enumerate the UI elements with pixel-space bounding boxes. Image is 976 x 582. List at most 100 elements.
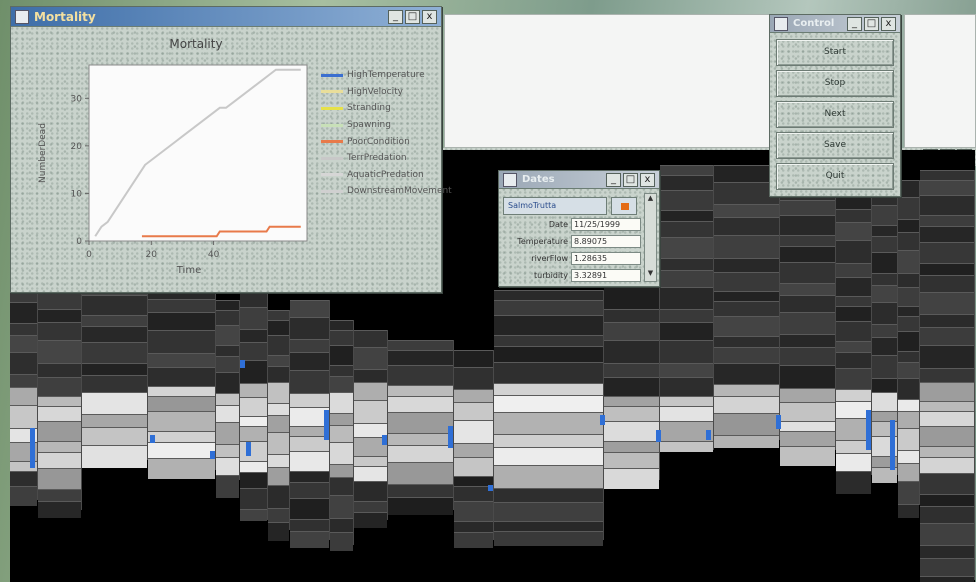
habitat-cell[interactable] <box>330 495 353 518</box>
habitat-cell[interactable] <box>354 330 387 347</box>
habitat-cell[interactable] <box>714 301 779 316</box>
habitat-cell[interactable] <box>920 314 974 327</box>
habitat-cell[interactable] <box>240 329 267 342</box>
habitat-cell[interactable] <box>10 323 37 335</box>
habitat-cell[interactable] <box>920 263 974 275</box>
habitat-cell[interactable] <box>148 312 215 330</box>
habitat-cell[interactable] <box>388 340 453 350</box>
habitat-cell[interactable] <box>216 393 239 405</box>
habitat-cell[interactable] <box>898 411 919 428</box>
habitat-cell[interactable] <box>780 347 835 365</box>
habitat-cell[interactable] <box>268 310 289 320</box>
habitat-cell[interactable] <box>354 481 387 501</box>
habitat-cell[interactable] <box>898 219 919 232</box>
habitat-cell[interactable] <box>780 262 835 283</box>
habitat-cell[interactable] <box>82 392 147 414</box>
habitat-cell[interactable] <box>388 445 453 462</box>
habitat-cell[interactable] <box>38 441 81 452</box>
habitat-cell[interactable] <box>836 321 871 341</box>
habitat-cell[interactable] <box>82 427 147 445</box>
habitat-cell[interactable] <box>604 322 659 340</box>
habitat-cell[interactable] <box>494 434 603 447</box>
habitat-cell[interactable] <box>354 501 387 512</box>
habitat-cell[interactable] <box>148 458 215 479</box>
habitat-cell[interactable] <box>354 382 387 400</box>
habitat-cell[interactable] <box>660 396 713 406</box>
habitat-cell[interactable] <box>604 406 659 421</box>
habitat-cell[interactable] <box>920 411 974 426</box>
habitat-cell[interactable] <box>10 387 37 405</box>
habitat-cell[interactable] <box>354 347 387 369</box>
habitat-cell[interactable] <box>268 485 289 508</box>
habitat-cell[interactable] <box>330 464 353 477</box>
habitat-cell[interactable] <box>898 273 919 287</box>
habitat-cell[interactable] <box>354 369 387 382</box>
stop-button[interactable]: Stop <box>776 70 894 97</box>
habitat-cell[interactable] <box>714 413 779 435</box>
habitat-cell[interactable] <box>872 273 897 285</box>
habitat-cell[interactable] <box>268 366 289 382</box>
habitat-cell[interactable] <box>872 355 897 378</box>
habitat-cell[interactable] <box>10 471 37 486</box>
habitat-cell[interactable] <box>216 310 239 325</box>
habitat-cell[interactable] <box>714 272 779 291</box>
habitat-cell[interactable] <box>872 205 897 225</box>
habitat-cell[interactable] <box>660 287 713 309</box>
habitat-cell[interactable] <box>780 388 835 402</box>
habitat-cell[interactable] <box>714 435 779 448</box>
habitat-cell[interactable] <box>240 307 267 329</box>
quit-button[interactable]: Quit <box>776 163 894 190</box>
habitat-cell[interactable] <box>354 466 387 481</box>
habitat-cell[interactable] <box>354 456 387 466</box>
habitat-cell[interactable] <box>872 392 897 411</box>
riverflow-field[interactable]: 1.28635 <box>571 252 641 265</box>
habitat-cell[interactable] <box>660 441 713 452</box>
habitat-cell[interactable] <box>780 402 835 421</box>
habitat-cell[interactable] <box>920 545 974 558</box>
habitat-cell[interactable] <box>330 376 353 392</box>
habitat-cell[interactable] <box>388 433 453 445</box>
habitat-cell[interactable] <box>836 296 871 306</box>
habitat-cell[interactable] <box>604 340 659 363</box>
scroll-up-icon[interactable]: ▲ <box>645 194 656 206</box>
habitat-cell[interactable] <box>604 396 659 406</box>
habitat-cell[interactable] <box>872 252 897 273</box>
habitat-cell[interactable] <box>780 312 835 334</box>
minimize-button[interactable]: _ <box>606 172 621 187</box>
habitat-cell[interactable] <box>354 400 387 423</box>
habitat-cell[interactable] <box>388 365 453 385</box>
next-button[interactable]: Next <box>776 101 894 128</box>
habitat-cell[interactable] <box>216 300 239 310</box>
habitat-cell[interactable] <box>898 428 919 450</box>
habitat-cell[interactable] <box>82 295 147 315</box>
habitat-cell[interactable] <box>780 215 835 235</box>
habitat-cell[interactable] <box>268 432 289 454</box>
habitat-cell[interactable] <box>148 353 215 367</box>
habitat-cell[interactable] <box>872 378 897 392</box>
habitat-cell[interactable] <box>494 412 603 434</box>
habitat-cell[interactable] <box>920 457 974 473</box>
habitat-cell[interactable] <box>714 363 779 384</box>
maximize-button[interactable]: □ <box>864 16 879 31</box>
habitat-cell[interactable] <box>148 367 215 386</box>
habitat-cell[interactable] <box>604 309 659 322</box>
habitat-cell[interactable] <box>898 316 919 331</box>
habitat-cell[interactable] <box>268 508 289 522</box>
habitat-cell[interactable] <box>330 413 353 425</box>
habitat-cell[interactable] <box>354 512 387 528</box>
habitat-cell[interactable] <box>216 356 239 372</box>
habitat-cell[interactable] <box>494 335 603 346</box>
habitat-cell[interactable] <box>148 442 215 458</box>
habitat-cell[interactable] <box>494 521 603 531</box>
habitat-cell[interactable] <box>660 175 713 190</box>
habitat-cell[interactable] <box>872 324 897 337</box>
habitat-cell[interactable] <box>38 406 81 421</box>
habitat-cell[interactable] <box>216 345 239 356</box>
habitat-cell[interactable] <box>920 345 974 368</box>
close-button[interactable]: x <box>422 9 437 24</box>
maximize-button[interactable]: □ <box>405 9 420 24</box>
habitat-cell[interactable] <box>240 426 267 441</box>
habitat-cell[interactable] <box>920 446 974 457</box>
habitat-cell[interactable] <box>872 302 897 324</box>
habitat-cell[interactable] <box>290 451 329 471</box>
